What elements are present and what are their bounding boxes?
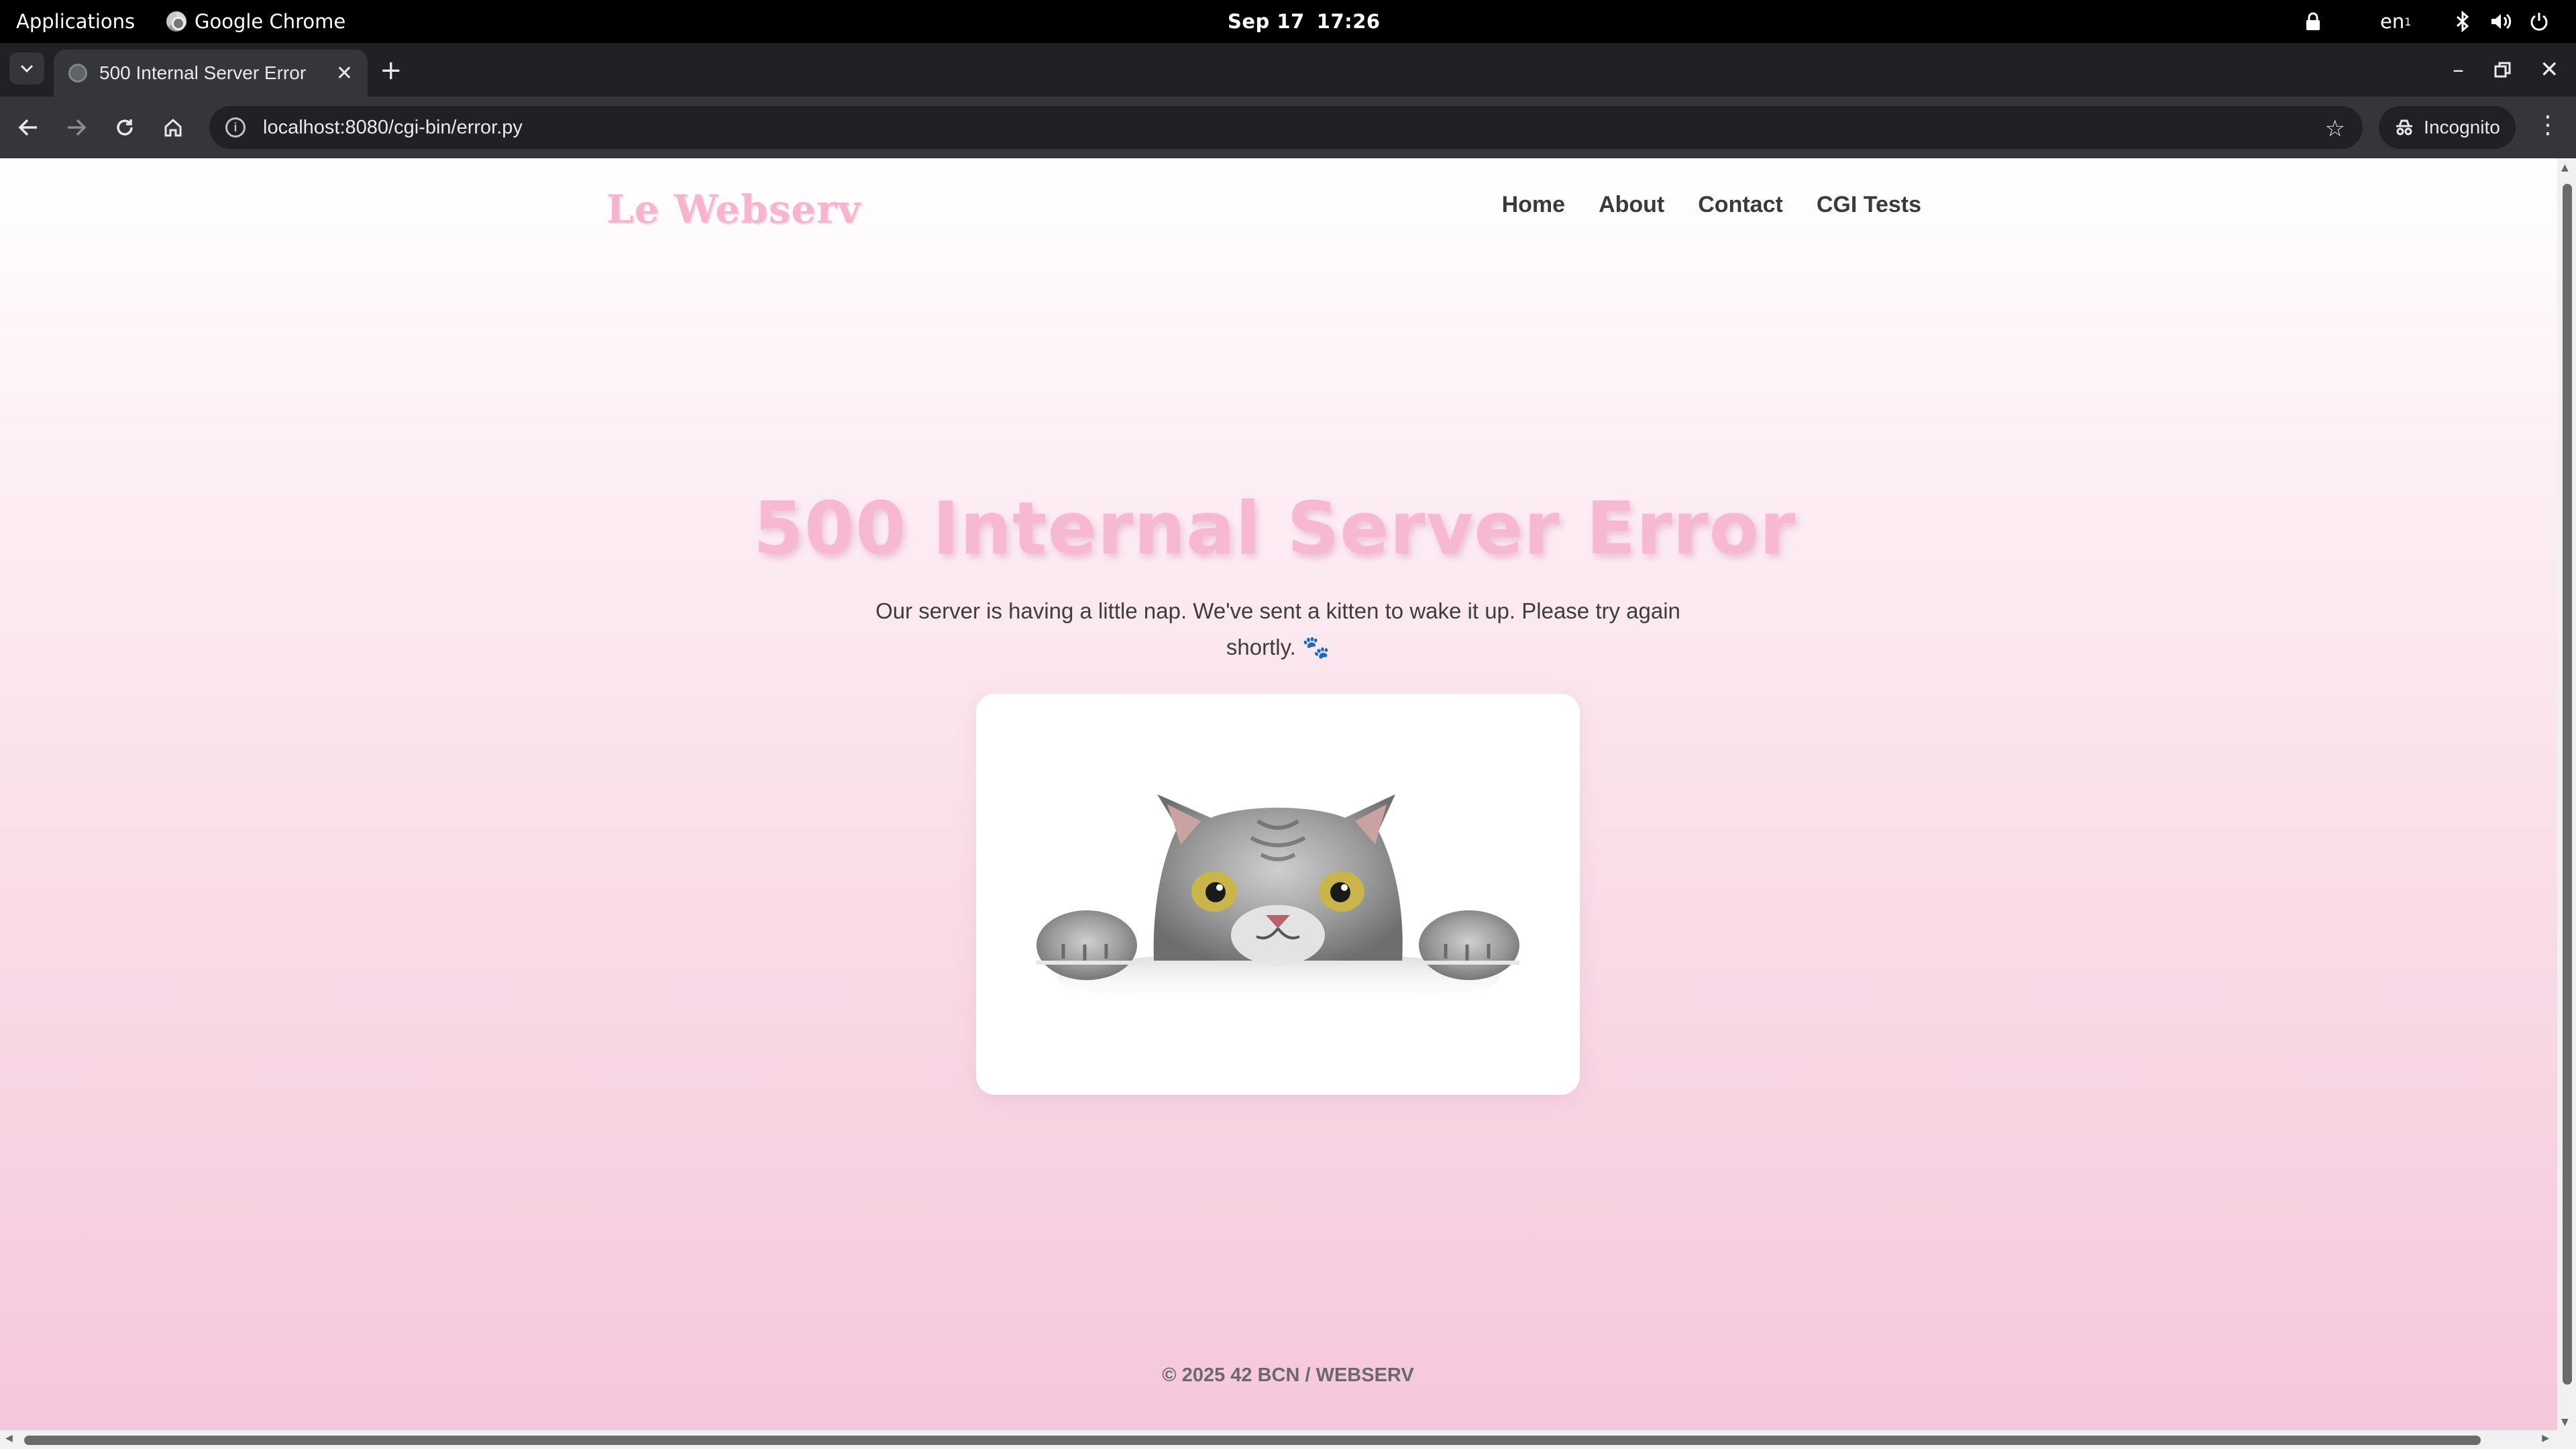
main-nav: Home About Contact CGI Tests	[1502, 192, 1921, 218]
tab-strip: 500 Internal Server Error ✕ + – ✕	[0, 43, 2576, 97]
bluetooth-icon[interactable]	[2455, 0, 2470, 43]
cat-illustration	[1036, 794, 1519, 1006]
nav-contact[interactable]: Contact	[1698, 192, 1783, 218]
horizontal-scroll-thumb[interactable]	[24, 1436, 2481, 1445]
clock[interactable]: Sep 17 17:26	[1228, 0, 1381, 43]
clock-date: Sep 17	[1228, 10, 1305, 33]
restore-icon	[2494, 62, 2511, 78]
page-viewport: Le Webserv Home About Contact CGI Tests …	[0, 158, 2576, 1449]
clock-time: 17:26	[1316, 10, 1381, 33]
vertical-scrollbar[interactable]: ▲ ▼	[2557, 158, 2576, 1430]
nav-cgi-tests[interactable]: CGI Tests	[1817, 192, 1921, 218]
language-label: en	[2380, 10, 2405, 33]
globe-icon	[68, 64, 87, 83]
minimize-button[interactable]: –	[2453, 56, 2464, 83]
paw-icon: 🐾	[1302, 635, 1330, 659]
applications-label: Applications	[16, 10, 136, 33]
page-title: 500 Internal Server Error	[753, 487, 1796, 571]
error-message: Our server is having a little nap. We've…	[872, 593, 1684, 665]
nav-about[interactable]: About	[1599, 192, 1664, 218]
power-icon[interactable]	[2529, 0, 2549, 43]
back-icon	[18, 119, 37, 136]
home-icon	[164, 118, 182, 137]
plus-icon: +	[380, 55, 402, 86]
scroll-down-icon[interactable]: ▼	[2561, 1417, 2569, 1428]
site-logo[interactable]: Le Webserv	[606, 186, 861, 232]
close-icon[interactable]: ✕	[336, 62, 353, 85]
back-button[interactable]	[13, 113, 43, 142]
url-text: localhost:8080/cgi-bin/error.py	[263, 116, 523, 138]
language-indicator[interactable]: en 1	[2380, 0, 2411, 43]
cat-image	[976, 694, 1580, 1095]
tab-active[interactable]: 500 Internal Server Error ✕	[54, 50, 368, 97]
chrome-icon	[166, 11, 186, 32]
more-menu-button[interactable]: ⋮	[2536, 111, 2560, 139]
horizontal-scrollbar[interactable]: ◀ ▶	[0, 1430, 2576, 1449]
forward-icon	[68, 119, 87, 136]
language-suffix: 1	[2404, 15, 2412, 28]
address-bar[interactable]: i localhost:8080/cgi-bin/error.py ☆	[209, 106, 2363, 149]
scroll-right-icon[interactable]: ▶	[2542, 1433, 2549, 1444]
lock-icon[interactable]	[2305, 0, 2321, 43]
incognito-icon	[2396, 119, 2413, 136]
forward-button[interactable]	[62, 113, 91, 142]
reload-icon	[117, 119, 133, 136]
restore-button[interactable]	[2494, 58, 2512, 85]
incognito-indicator[interactable]: Incognito	[2379, 106, 2516, 149]
scroll-up-icon[interactable]: ▲	[2561, 162, 2569, 173]
scroll-left-icon[interactable]: ◀	[5, 1433, 13, 1444]
minimize-icon: –	[2453, 56, 2464, 83]
applications-menu[interactable]: Applications	[16, 0, 135, 43]
window-close-button[interactable]: ✕	[2540, 56, 2559, 83]
active-app-label: Google Chrome	[195, 10, 346, 33]
reload-button[interactable]	[110, 113, 140, 142]
active-app-indicator[interactable]: Google Chrome	[166, 0, 345, 43]
tab-title: 500 Internal Server Error	[99, 62, 307, 83]
star-icon[interactable]: ☆	[2325, 115, 2345, 142]
site-header: Le Webserv Home About Contact CGI Tests	[0, 158, 2549, 252]
new-tab-button[interactable]: +	[380, 55, 402, 86]
nav-home[interactable]: Home	[1502, 192, 1565, 218]
info-icon[interactable]: i	[225, 117, 246, 138]
tab-search-button[interactable]	[9, 52, 44, 85]
browser-toolbar: i localhost:8080/cgi-bin/error.py ☆ Inco…	[0, 97, 2576, 158]
more-icon: ⋮	[2536, 111, 2560, 139]
incognito-label: Incognito	[2424, 117, 2500, 138]
site-footer: © 2025 42 BCN / WEBSERV	[1162, 1364, 1414, 1386]
vertical-scroll-thumb[interactable]	[2563, 184, 2572, 1385]
volume-icon[interactable]	[2490, 0, 2512, 43]
system-top-bar: Applications Google Chrome Sep 17 17:26 …	[0, 0, 2576, 43]
chevron-down-icon	[20, 64, 34, 73]
error-message-text: Our server is having a little nap. We've…	[875, 598, 1680, 659]
home-button[interactable]	[158, 113, 188, 142]
close-icon: ✕	[2540, 56, 2559, 83]
